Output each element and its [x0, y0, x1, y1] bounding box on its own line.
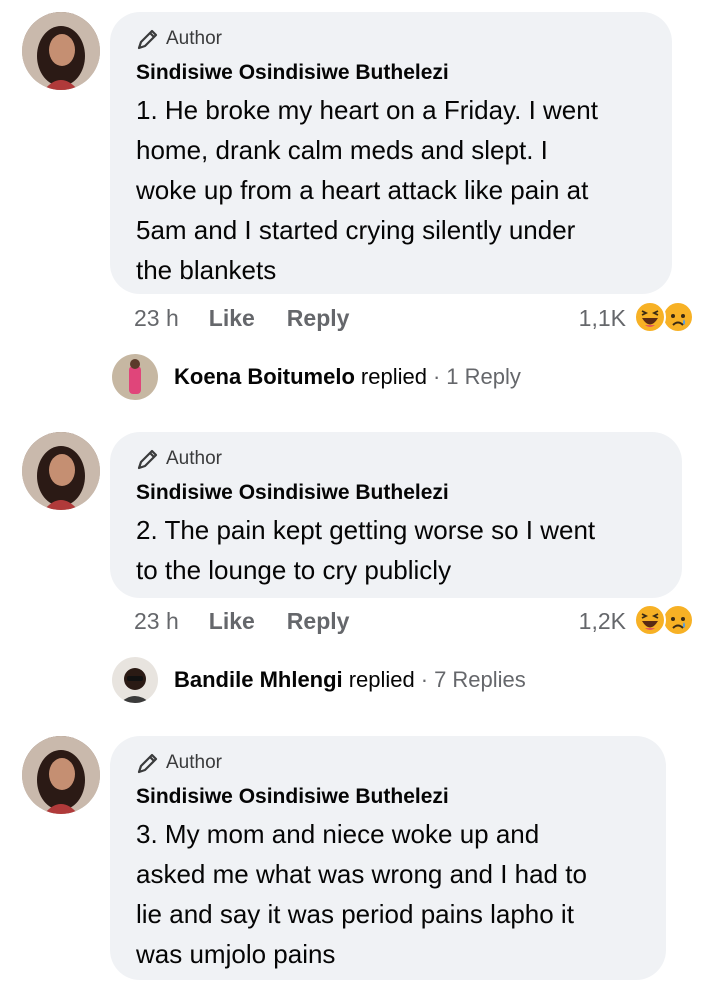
comment-line: 5am and I started crying silently under	[136, 215, 576, 245]
timestamp[interactable]: 23 h	[134, 305, 179, 332]
commenter-name[interactable]: Sindisiwe Osindisiwe Buthelezi	[136, 480, 656, 506]
reply-count: 7 Replies	[434, 667, 526, 692]
reply-avatar	[112, 354, 158, 400]
comment-line: asked me what was wrong and I had to	[136, 859, 587, 889]
comment-bubble: Author Sindisiwe Osindisiwe Buthelezi 3.…	[110, 736, 666, 980]
comment-actions: 23 h Like Reply 1,1K	[134, 298, 696, 338]
haha-icon	[634, 604, 666, 636]
comment-text: 1. He broke my heart on a Friday. I went…	[136, 90, 646, 290]
author-badge: Author	[136, 750, 640, 776]
comment-text: 2. The pain kept getting worse so I went…	[136, 510, 656, 590]
comment-line: 2. The pain kept getting worse so I went	[136, 515, 596, 545]
comment-actions: 23 h Like Reply 1,2K	[134, 601, 696, 641]
author-label: Author	[166, 28, 222, 49]
reaction-count[interactable]: 1,2K	[579, 608, 626, 635]
pen-icon	[137, 29, 158, 50]
sad-icon	[662, 604, 694, 636]
reaction-icons[interactable]	[634, 604, 696, 638]
author-label: Author	[166, 448, 222, 469]
haha-icon	[634, 301, 666, 333]
comment-line: home, drank calm meds and slept. I	[136, 135, 548, 165]
replier-name: Koena Boitumelo	[174, 364, 355, 389]
sad-icon	[662, 301, 694, 333]
comment-line: was umjolo pains	[136, 939, 336, 969]
profile-photo	[22, 736, 100, 814]
reply-avatar	[112, 657, 158, 703]
like-button[interactable]: Like	[209, 305, 255, 332]
comment-line: woke up from a heart attack like pain at	[136, 175, 589, 205]
reply-button[interactable]: Reply	[287, 305, 350, 332]
author-badge: Author	[136, 26, 646, 52]
replies-summary[interactable]: Koena Boitumelo replied · 1 Reply	[112, 354, 521, 400]
reaction-icons[interactable]	[634, 301, 696, 335]
comment-line: to the lounge to cry publicly	[136, 555, 452, 585]
pen-icon	[137, 449, 158, 470]
author-label: Author	[166, 752, 222, 773]
comment-line: 3. My mom and niece woke up and	[136, 819, 540, 849]
pen-icon	[137, 753, 158, 774]
timestamp[interactable]: 23 h	[134, 608, 179, 635]
avatar[interactable]	[22, 12, 100, 90]
profile-photo	[22, 12, 100, 90]
separator-dot: ·	[420, 667, 429, 692]
comment-line: the blankets	[136, 255, 277, 285]
comment-bubble: Author Sindisiwe Osindisiwe Buthelezi 2.…	[110, 432, 682, 598]
avatar[interactable]	[22, 736, 100, 814]
reply-button[interactable]: Reply	[287, 608, 350, 635]
comment-line: 1. He broke my heart on a Friday. I went	[136, 95, 598, 125]
commenter-name[interactable]: Sindisiwe Osindisiwe Buthelezi	[136, 784, 640, 810]
profile-photo	[112, 657, 158, 703]
like-button[interactable]: Like	[209, 608, 255, 635]
reply-count: 1 Reply	[446, 364, 521, 389]
comment-bubble: Author Sindisiwe Osindisiwe Buthelezi 1.…	[110, 12, 672, 294]
replies-summary[interactable]: Bandile Mhlengi replied · 7 Replies	[112, 657, 526, 703]
reaction-count[interactable]: 1,1K	[579, 305, 626, 332]
commenter-name[interactable]: Sindisiwe Osindisiwe Buthelezi	[136, 60, 646, 86]
replied-label: replied	[348, 667, 415, 692]
profile-photo	[112, 354, 158, 400]
replied-label: replied	[360, 364, 427, 389]
author-badge: Author	[136, 446, 656, 472]
comment-line: lie and say it was period pains lapho it	[136, 899, 574, 929]
profile-photo	[22, 432, 100, 510]
avatar[interactable]	[22, 432, 100, 510]
separator-dot: ·	[432, 364, 441, 389]
replier-name: Bandile Mhlengi	[174, 667, 343, 692]
comment-text: 3. My mom and niece woke up and asked me…	[136, 814, 640, 974]
